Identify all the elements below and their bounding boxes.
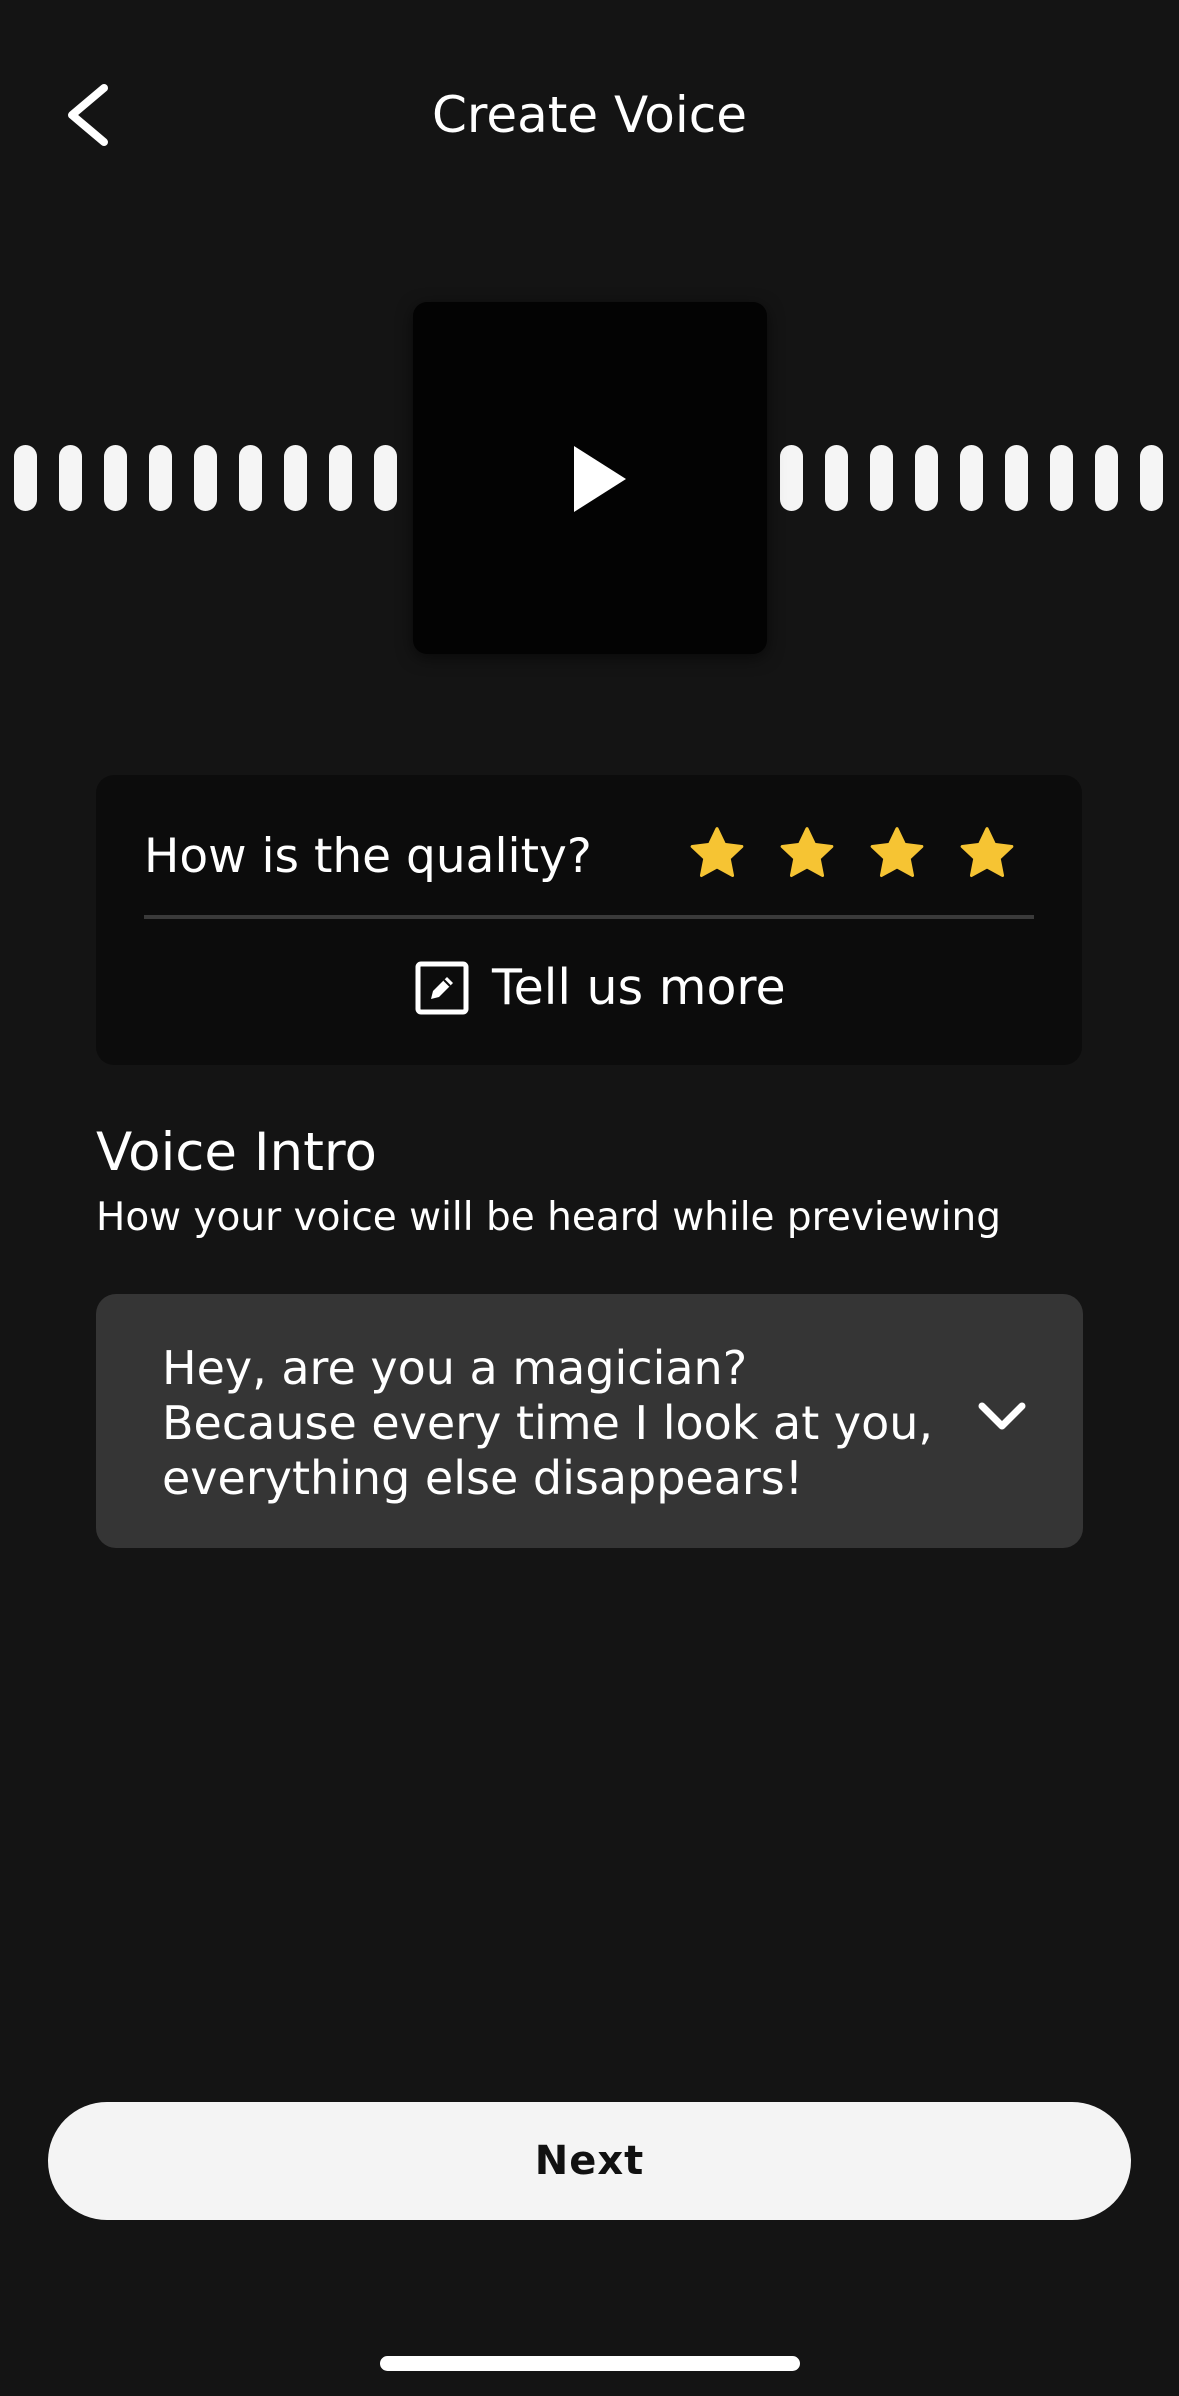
waveform-bar (104, 445, 127, 511)
waveform-bar (329, 445, 352, 511)
waveform-bar (374, 445, 397, 511)
waveform-bar (780, 445, 803, 511)
waveform-bar (59, 445, 82, 511)
waveform-bar (149, 445, 172, 511)
waveform-left (14, 445, 397, 511)
waveform-bar (1095, 445, 1118, 511)
voice-intro-selected-text: Hey, are you a magician? Because every t… (162, 1341, 934, 1505)
waveform-bar (194, 445, 217, 511)
star-rating[interactable] (686, 823, 1018, 885)
waveform-bar (1050, 445, 1073, 511)
waveform-bar (915, 445, 938, 511)
page-title: Create Voice (431, 86, 748, 144)
quality-label: How is the quality? (144, 829, 592, 884)
play-icon (574, 446, 626, 512)
chevron-down-icon (978, 1402, 1026, 1430)
waveform-bar (825, 445, 848, 511)
star-icon[interactable] (776, 823, 838, 885)
tell-us-more-button[interactable]: Tell us more (414, 953, 786, 1023)
quality-card: How is the quality? Tell us more (96, 775, 1082, 1065)
voice-intro-subtitle: How your voice will be heard while previ… (96, 1195, 1001, 1240)
waveform-bar (14, 445, 37, 511)
tell-us-more-label: Tell us more (492, 959, 786, 1016)
waveform-bar (284, 445, 307, 511)
voice-intro-dropdown[interactable]: Hey, are you a magician? Because every t… (96, 1294, 1083, 1548)
waveform-bar (239, 445, 262, 511)
voice-intro-title: Voice Intro (96, 1122, 377, 1183)
home-indicator[interactable] (380, 2356, 800, 2371)
next-button[interactable]: Next (48, 2102, 1131, 2220)
waveform-bar (960, 445, 983, 511)
edit-icon (415, 961, 469, 1015)
divider (144, 915, 1034, 919)
waveform-bar (870, 445, 893, 511)
star-icon[interactable] (686, 823, 748, 885)
waveform-bar (1005, 445, 1028, 511)
play-button[interactable] (413, 302, 767, 654)
waveform-bar (1140, 445, 1163, 511)
star-icon[interactable] (956, 823, 1018, 885)
star-icon[interactable] (866, 823, 928, 885)
waveform-right (780, 445, 1163, 511)
